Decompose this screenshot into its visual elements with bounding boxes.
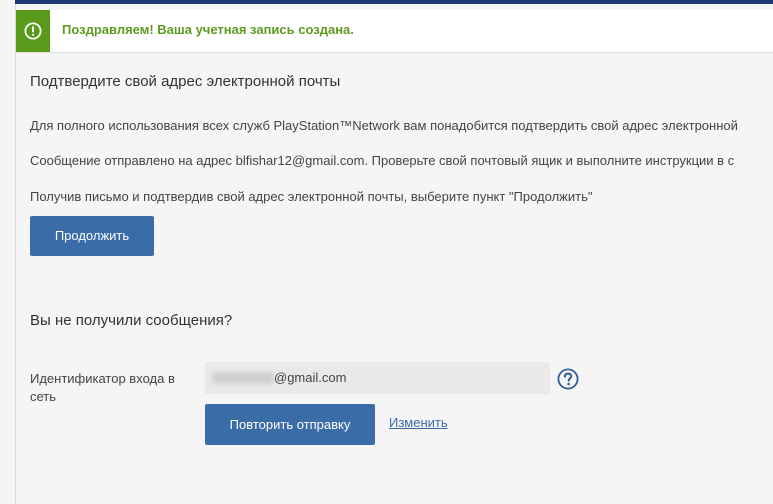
- login-id-label: Идентификатор входа в сеть: [30, 371, 175, 404]
- verify-heading: Подтвердите свой адрес электронной почты: [30, 73, 341, 90]
- continue-button[interactable]: Продолжить: [30, 216, 154, 256]
- page-border: [15, 4, 16, 504]
- top-rule: [15, 0, 773, 4]
- login-id-field[interactable]: @gmail.com: [205, 362, 550, 394]
- alert-icon-box: [16, 10, 50, 52]
- blurred-username: [212, 372, 274, 384]
- alert-message: Поздравляем! Ваша учетная запись создана…: [62, 22, 354, 37]
- success-alert: Поздравляем! Ваша учетная запись создана…: [16, 10, 773, 53]
- verify-paragraph-2: Сообщение отправлено на адрес blfishar12…: [30, 153, 735, 168]
- verify-paragraph-1: Для полного использования всех служб Pla…: [30, 118, 738, 133]
- resend-heading: Вы не получили сообщения?: [30, 312, 233, 329]
- question-circle-icon[interactable]: [557, 368, 579, 390]
- exclamation-circle-icon: [24, 22, 42, 40]
- login-id-domain: @gmail.com: [274, 370, 347, 385]
- resend-button[interactable]: Повторить отправку: [205, 404, 375, 445]
- verify-paragraph-3: Получив письмо и подтвердив свой адрес э…: [30, 189, 593, 204]
- change-link[interactable]: Изменить: [389, 415, 448, 430]
